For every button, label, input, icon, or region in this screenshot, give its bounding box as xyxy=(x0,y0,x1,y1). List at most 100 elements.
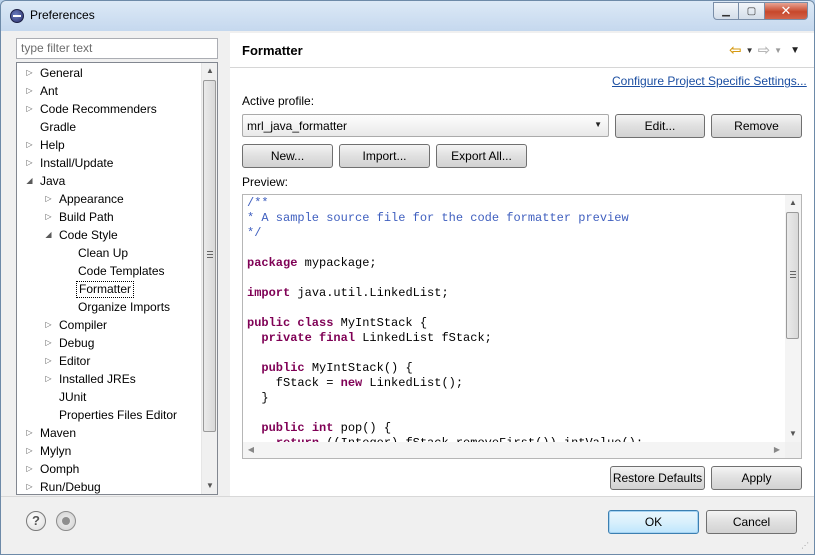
code-token: java.util.LinkedList; xyxy=(290,286,449,300)
tree-item[interactable]: ▷ Ant xyxy=(17,82,201,100)
collapsed-arrow-icon[interactable]: ▷ xyxy=(44,208,53,226)
tree-item[interactable]: Gradle xyxy=(17,118,201,136)
restore-defaults-button[interactable]: Restore Defaults xyxy=(610,466,705,490)
tree-item-label: Organize Imports xyxy=(78,300,171,314)
close-button[interactable]: ✕ xyxy=(765,2,808,20)
collapsed-arrow-icon[interactable]: ▷ xyxy=(44,352,53,370)
edit-button[interactable]: Edit... xyxy=(615,114,705,138)
code-preview[interactable]: /** * A sample source file for the code f… xyxy=(242,194,802,459)
tree-item[interactable]: Clean Up xyxy=(17,244,201,262)
tree-item[interactable]: ▷ Code Recommenders xyxy=(17,100,201,118)
collapsed-arrow-icon[interactable]: ▷ xyxy=(44,334,53,352)
scroll-left-icon[interactable]: ◀ xyxy=(243,442,259,458)
tree-item-label: Build Path xyxy=(59,210,114,224)
window-controls: ▁ ▢ ✕ xyxy=(713,2,808,21)
collapsed-arrow-icon[interactable]: ▷ xyxy=(44,190,53,208)
scroll-thumb[interactable] xyxy=(203,80,216,432)
scroll-down-icon[interactable]: ▼ xyxy=(785,426,801,442)
code-token: /** xyxy=(247,196,269,210)
view-menu-icon[interactable]: ▼ xyxy=(790,45,800,56)
tree-item[interactable]: ▷ General xyxy=(17,64,201,82)
tree-item-label: Maven xyxy=(40,426,77,440)
collapsed-arrow-icon[interactable]: ▷ xyxy=(25,460,34,478)
collapsed-arrow-icon[interactable]: ▷ xyxy=(25,64,34,82)
preferences-tree: ▷ General ▷ Ant ▷ Code Recommenders Gradle ▷ Hel… xyxy=(16,62,218,495)
scroll-right-icon[interactable]: ▶ xyxy=(769,442,785,458)
forward-dropdown-icon[interactable]: ▼ xyxy=(774,46,782,55)
scroll-down-icon[interactable]: ▼ xyxy=(202,478,217,494)
remove-button[interactable]: Remove xyxy=(711,114,802,138)
preview-horizontal-scrollbar[interactable]: ◀ ▶ xyxy=(243,442,785,458)
apply-button[interactable]: Apply xyxy=(711,466,802,490)
collapsed-arrow-icon[interactable]: ▷ xyxy=(25,82,34,100)
help-icon[interactable]: ? xyxy=(26,511,46,531)
record-icon[interactable] xyxy=(56,511,76,531)
collapsed-arrow-icon[interactable]: ▷ xyxy=(25,478,34,494)
forward-arrow-icon[interactable]: ⇨ xyxy=(758,41,771,59)
tree-item[interactable]: ▷ Appearance xyxy=(17,190,201,208)
collapsed-arrow-icon[interactable]: ▷ xyxy=(25,136,34,154)
tree-item[interactable]: Organize Imports xyxy=(17,298,201,316)
tree-item[interactable]: ▷ Run/Debug xyxy=(17,478,201,494)
cancel-button[interactable]: Cancel xyxy=(706,510,797,534)
code-line: fStack = new LinkedList(); xyxy=(247,376,463,391)
tree-item[interactable]: ◢ Code Style xyxy=(17,226,201,244)
active-profile-select[interactable]: mrl_java_formatter ▼ xyxy=(242,114,609,137)
filter-input[interactable]: type filter text xyxy=(16,38,218,59)
tree-item[interactable]: ▷ Install/Update xyxy=(17,154,201,172)
tree-item[interactable]: ▷ Maven xyxy=(17,424,201,442)
configure-project-settings-link[interactable]: Configure Project Specific Settings... xyxy=(612,74,807,88)
tree-item[interactable]: ▷ Installed JREs xyxy=(17,370,201,388)
export-all-button[interactable]: Export All... xyxy=(436,144,527,168)
code-token: */ xyxy=(247,226,262,240)
tree-item[interactable]: ◢ Java xyxy=(17,172,201,190)
scroll-up-icon[interactable]: ▲ xyxy=(202,63,217,79)
code-token: LinkedList(); xyxy=(362,376,464,390)
scroll-up-icon[interactable]: ▲ xyxy=(785,195,801,211)
tree-item-label: Installed JREs xyxy=(59,372,136,386)
tree-item-label: Appearance xyxy=(59,192,124,206)
back-dropdown-icon[interactable]: ▼ xyxy=(746,46,754,55)
expanded-arrow-icon[interactable]: ◢ xyxy=(44,226,53,244)
tree-item[interactable]: JUnit xyxy=(17,388,201,406)
collapsed-arrow-icon[interactable]: ▷ xyxy=(25,100,34,118)
tree-item[interactable]: ▷ Build Path xyxy=(17,208,201,226)
maximize-button[interactable]: ▢ xyxy=(739,2,765,20)
expanded-arrow-icon[interactable]: ◢ xyxy=(25,172,34,190)
import-button[interactable]: Import... xyxy=(339,144,430,168)
tree-item-label: Editor xyxy=(59,354,91,368)
back-arrow-icon[interactable]: ⇦ xyxy=(729,41,742,59)
tree-scrollbar[interactable]: ▲ ▼ xyxy=(201,63,217,494)
tree-item[interactable]: ▷ Editor xyxy=(17,352,201,370)
tree-item[interactable]: ▷ Help xyxy=(17,136,201,154)
code-token: } xyxy=(247,391,269,405)
tree-item[interactable]: Formatter xyxy=(17,280,201,298)
new-profile-button[interactable]: New... xyxy=(242,144,333,168)
collapsed-arrow-icon[interactable]: ▷ xyxy=(25,442,34,460)
code-token: public class xyxy=(247,316,334,330)
collapsed-arrow-icon[interactable]: ▷ xyxy=(44,316,53,334)
code-token: public xyxy=(261,361,305,375)
tree-item-label: Gradle xyxy=(40,120,77,134)
tree-item[interactable]: Code Templates xyxy=(17,262,201,280)
tree-item[interactable]: ▷ Oomph xyxy=(17,460,201,478)
preview-scroll-thumb[interactable] xyxy=(786,212,799,339)
code-line: public int pop() { xyxy=(247,421,391,436)
scroll-corner xyxy=(785,442,801,458)
tree-item[interactable]: ▷ Debug xyxy=(17,334,201,352)
resize-grip-icon[interactable]: ⋰ xyxy=(801,541,811,551)
collapsed-arrow-icon[interactable]: ▷ xyxy=(25,154,34,172)
tree-item[interactable]: Properties Files Editor xyxy=(17,406,201,424)
minimize-button[interactable]: ▁ xyxy=(713,2,739,20)
ok-button[interactable]: OK xyxy=(608,510,699,534)
tree-item[interactable]: ▷ Mylyn xyxy=(17,442,201,460)
title-bar[interactable]: Preferences ▁ ▢ ✕ xyxy=(1,1,814,31)
tree-item-label: Run/Debug xyxy=(40,480,101,494)
collapsed-arrow-icon[interactable]: ▷ xyxy=(25,424,34,442)
collapsed-arrow-icon[interactable]: ▷ xyxy=(44,370,53,388)
code-token: MyIntStack() { xyxy=(304,361,413,375)
tree-item[interactable]: ▷ Compiler xyxy=(17,316,201,334)
code-line: * A sample source file for the code form… xyxy=(247,211,629,226)
preview-vertical-scrollbar[interactable]: ▲ ▼ xyxy=(785,195,801,442)
code-line: */ xyxy=(247,226,261,241)
